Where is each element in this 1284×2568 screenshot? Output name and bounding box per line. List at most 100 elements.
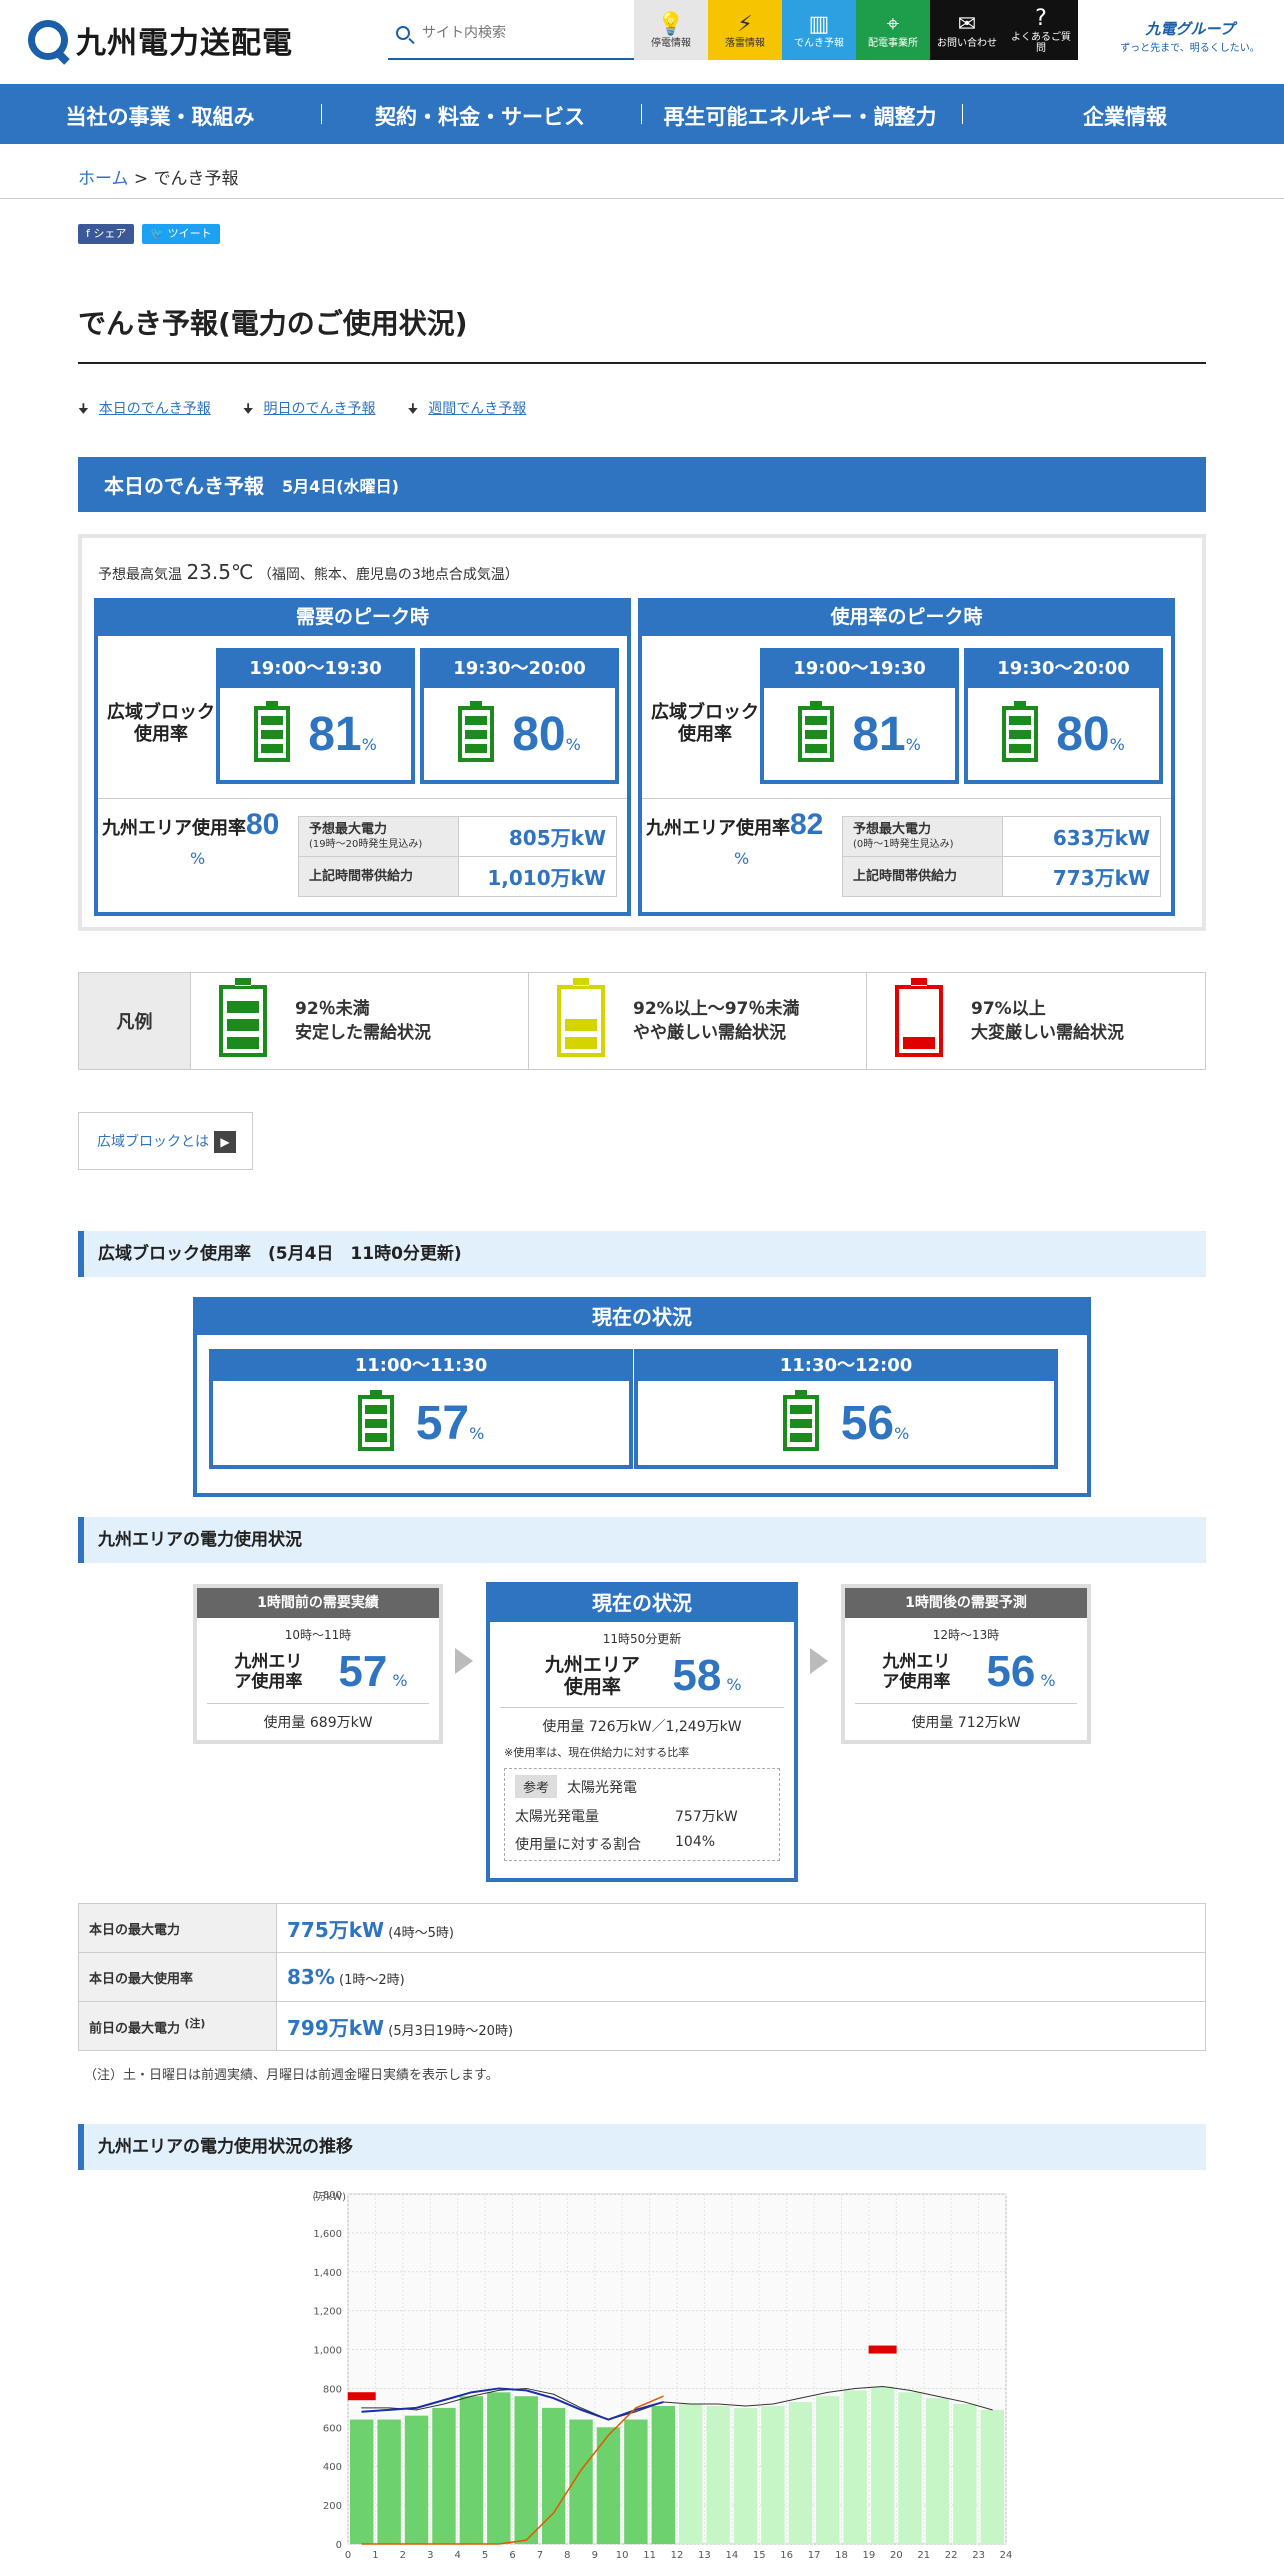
search-icon[interactable]: [396, 26, 410, 40]
time-slot-box: 19:00～19:30 81%: [216, 648, 415, 784]
quick-nav-item[interactable]: ? よくあるご質問: [1004, 0, 1078, 60]
legend-desc: やや厳しい需給状況: [633, 1023, 786, 1043]
demand-line-point: [388, 2409, 390, 2411]
twitter-share-label: ツイート: [167, 227, 212, 240]
previous-day-line-point: [361, 2407, 363, 2409]
x-tick-label: 24: [1000, 2550, 1013, 2561]
site-logo[interactable]: 九州電力送配電: [28, 18, 293, 62]
previous-day-line-point: [991, 2409, 993, 2411]
anchor-weekly[interactable]: 週間でんき予報: [428, 401, 526, 417]
anchor-links: 🠋 本日のでんき予報 🠋 明日のでんき予報 🠋 週間でんき予報: [78, 398, 526, 422]
quick-nav-item[interactable]: ▥ でんき予報: [782, 0, 856, 60]
x-tick-label: 6: [509, 2550, 515, 2561]
block-rate-value: 80: [512, 707, 566, 761]
page-title: でんき予報(電力のご使用状況): [78, 307, 468, 340]
nav-renewable[interactable]: 再生可能エネルギー・調整力: [650, 101, 950, 131]
title-underline: [78, 362, 1206, 364]
peak-table: 予想最大電力 (19時～20時発生見込み) 805万kW 上記時間帯供給力 1,010万…: [298, 816, 617, 897]
arrow-right-icon: [810, 1648, 828, 1674]
y-tick-label: 600: [323, 2423, 342, 2434]
nav-contract[interactable]: 契約・料金・サービス: [340, 101, 620, 131]
table-row: 予想最大電力 (19時～20時発生見込み) 805万kW: [298, 816, 617, 857]
x-tick-label: 21: [917, 2550, 930, 2561]
pct-unit: %: [894, 1423, 910, 1443]
previous-day-line-point: [498, 2389, 500, 2391]
max-temperature: 予想最高気温 23.5℃ （福岡、熊本、鹿児島の3地点合成気温）: [98, 560, 519, 584]
current-usage: 使用量 726万kW／1,249万kW: [500, 1707, 784, 1744]
x-tick-label: 5: [482, 2550, 488, 2561]
wide-block-link[interactable]: 広域ブロックとは ▶: [78, 1112, 253, 1170]
ratio-row: 使用量に対する割合 104%: [515, 1834, 769, 1854]
prev-hour-label: 九州エリア使用率: [234, 1652, 303, 1692]
next-hour-rate: 56 %: [986, 1647, 1055, 1697]
current-label: 九州エリア使用率: [544, 1654, 640, 1698]
quick-nav-item[interactable]: ⌖ 配電事業所: [856, 0, 930, 60]
time-slot-value: 81%: [220, 688, 411, 780]
previous-day-line-point: [936, 2395, 938, 2397]
quick-nav-item[interactable]: ✉ お問い合わせ: [930, 0, 1004, 60]
y-tick-label: 1,600: [313, 2229, 342, 2240]
nav-corporate[interactable]: 企業情報: [1000, 101, 1250, 131]
x-tick-label: 14: [725, 2550, 738, 2561]
time-slot-label: 19:30～20:00: [424, 652, 615, 688]
block-rate-value: 80: [1056, 707, 1110, 761]
reference-title: 太陽光発電: [567, 1780, 638, 1796]
solar-line-point: [525, 2539, 527, 2541]
current-slot-rate: 56: [840, 1396, 895, 1450]
twitter-share-button[interactable]: 🐦 ツイート: [142, 224, 220, 244]
location-pin-icon: ⌖: [886, 11, 900, 37]
block-rate-value: 81: [308, 707, 362, 761]
bar: [898, 2392, 922, 2544]
previous-day-line-point: [580, 2407, 582, 2409]
block-section-title: 広域ブロック使用率 (5月4日 11時0分更新): [78, 1231, 1206, 1277]
battery-level-icon: [219, 978, 267, 1057]
bar: [733, 2407, 758, 2544]
previous-day-line-point: [799, 2397, 801, 2399]
previous-day-line-point: [525, 2387, 527, 2389]
nav-business[interactable]: 当社の事業・取組み: [30, 101, 290, 131]
current-value: 58: [672, 1651, 722, 1700]
current-status-body: 11時50分更新 九州エリア使用率 58 % 使用量 726万kW／1,249万…: [490, 1630, 794, 1744]
demand-line-point: [498, 2387, 500, 2389]
x-tick-label: 22: [945, 2550, 958, 2561]
x-tick-label: 11: [643, 2550, 656, 2561]
block-rate-value-wrap: 81%: [852, 707, 921, 762]
lightbulb-icon: 💡: [657, 11, 685, 37]
block-rate-value-wrap: 80%: [1056, 707, 1125, 762]
prev-hour-header: 1時間前の需要実績: [197, 1588, 439, 1618]
anchor-tomorrow[interactable]: 明日のでんき予報: [264, 401, 376, 417]
question-icon: ?: [1035, 6, 1047, 31]
legend-desc: 安定した需給状況: [295, 1023, 431, 1043]
pct-unit: %: [565, 734, 581, 754]
anchor-today[interactable]: 本日のでんき予報: [99, 401, 211, 417]
x-tick-label: 0: [345, 2550, 351, 2561]
breadcrumb-home[interactable]: ホーム: [78, 169, 129, 189]
divider: [642, 798, 1171, 799]
battery-level-icon: [557, 978, 605, 1057]
search-input[interactable]: [422, 25, 612, 41]
facebook-share-button[interactable]: f シェア: [78, 224, 135, 244]
time-slot-label: 19:30～20:00: [968, 652, 1159, 688]
quick-nav-item[interactable]: 💡 停電情報: [634, 0, 708, 60]
quick-nav-label: よくあるご質問: [1011, 32, 1071, 54]
bar: [404, 2415, 429, 2544]
time-slot-label: 19:00～19:30: [764, 652, 955, 688]
ratio-value: 104%: [675, 1834, 716, 1850]
trend-section-title: 九州エリアの電力使用状況の推移: [78, 2124, 1206, 2170]
group-logo[interactable]: 九電グループ ずっと先まで、明るくしたい。: [1116, 18, 1264, 54]
bar: [679, 2404, 703, 2544]
pct-unit: %: [190, 849, 206, 868]
previous-day-line-point: [416, 2409, 418, 2411]
supply-value: 1,010万kW: [458, 856, 617, 897]
previous-day-line-point: [909, 2389, 911, 2391]
usage-trend-chart: 02004006008001,0001,2001,4001,6001,8000 1…: [313, 2190, 1013, 2561]
quick-nav-item[interactable]: ⚡ 落雷情報: [708, 0, 782, 60]
legend-text: 97%以上 大変厳しい需給状況: [971, 997, 1124, 1045]
current-update-time: 11時50分更新: [602, 1632, 682, 1646]
anchor-item: 🠋 明日のでんき予報: [243, 398, 376, 422]
time-slot-value: 81%: [764, 688, 955, 780]
panel-title: 使用率のピーク時: [642, 602, 1171, 636]
previous-day-line-point: [854, 2387, 856, 2389]
previous-day-line-point: [690, 2403, 692, 2405]
table-row: 本日の最大電力 775万kW (4時～5時): [78, 1903, 1206, 1953]
